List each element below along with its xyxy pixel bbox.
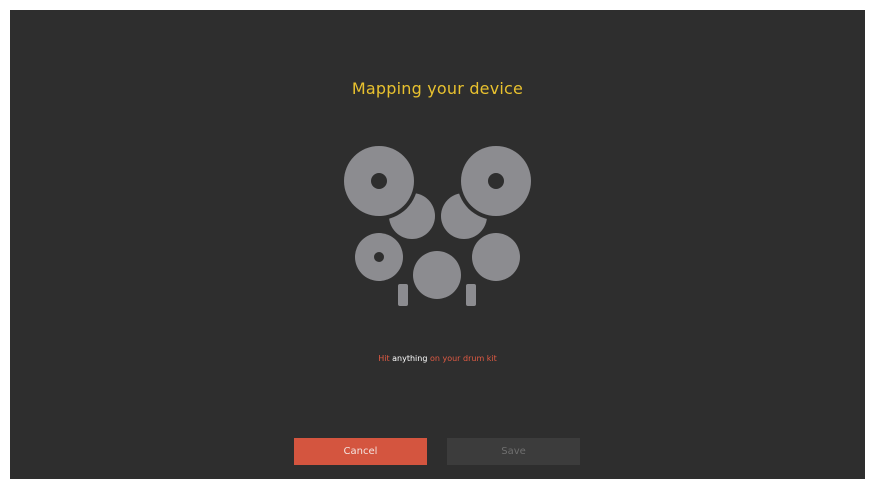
cymbal-right: [461, 146, 531, 216]
hint-kit: on your drum kit: [429, 354, 497, 363]
mapping-screen: Mapping your device Hit anything on your…: [10, 10, 865, 479]
hihat: [355, 233, 403, 281]
cymbal-left: [344, 146, 414, 216]
cancel-button[interactable]: Cancel: [294, 438, 427, 465]
hint-hit: Hit: [378, 354, 390, 363]
pedal-right: [466, 284, 476, 306]
floor-tom: [472, 233, 520, 281]
save-button[interactable]: Save: [447, 438, 580, 465]
snare: [413, 251, 461, 299]
pedal-left: [398, 284, 408, 306]
hint-anything: anything: [392, 354, 428, 363]
instruction-text: Hit anything on your drum kit: [10, 354, 865, 363]
drum-kit-icon: [344, 146, 531, 306]
